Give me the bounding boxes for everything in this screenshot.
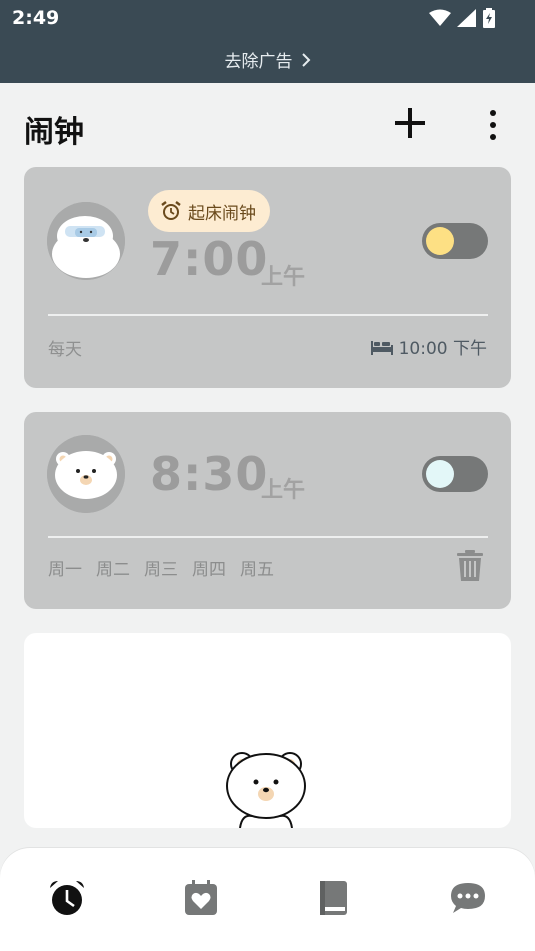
more-options-button[interactable] [480,108,506,142]
alarm-toggle[interactable] [422,456,488,492]
weekday-label: 周五 [240,560,274,580]
alarm-card[interactable]: 8:30 上午 周一 周二 周三 周四 周五 [24,412,511,609]
alarm-toggle[interactable] [422,223,488,259]
bed-icon [370,340,393,355]
calendar-heart-icon[interactable] [181,878,221,918]
chat-bubble-icon[interactable] [448,878,488,918]
alarm-label-chip: 起床闹钟 [148,190,270,232]
alarm-time: 8:30 [150,447,269,501]
repeat-text: 每天 [48,340,82,360]
status-bar: 2:49 [0,0,535,36]
weekday-label: 周一 [48,560,82,580]
book-icon[interactable] [313,878,353,918]
bear-mascot-illustration [226,752,306,828]
wifi-icon [429,9,451,26]
divider [48,536,488,538]
remove-ads-bar[interactable]: 去除广告 [0,36,535,83]
delete-alarm-button[interactable] [456,550,484,582]
weekday-label: 周三 [144,560,178,580]
alarm-period: 上午 [261,265,306,290]
signal-icon [457,9,476,27]
bedtime-text: 10:00 下午 [398,339,487,359]
bedtime-info: 10:00 下午 [370,334,487,359]
battery-icon [483,8,495,28]
bear-avatar [47,435,125,513]
alarm-time: 7:00 [150,232,269,286]
mascot-card [24,633,511,828]
toggle-knob [426,227,454,255]
bottom-navigation [0,848,535,951]
add-alarm-button[interactable] [392,105,428,141]
alarm-period: 上午 [261,478,306,503]
sleepy-bear-avatar [47,202,125,280]
chevron-right-icon [301,52,310,67]
toggle-knob [426,460,454,488]
app-header: 闹钟 [0,83,535,163]
alarm-label-text: 起床闹钟 [188,203,256,224]
status-icons [429,8,495,28]
alarm-card[interactable]: 起床闹钟 7:00 上午 每天 10:00 下午 [24,167,511,388]
weekday-label: 周二 [96,560,130,580]
weekday-label: 周四 [192,560,226,580]
weekday-list: 周一 周二 周三 周四 周五 [48,555,274,580]
page-title: 闹钟 [24,115,84,150]
alarm-clock-icon[interactable] [47,878,87,918]
divider [48,314,488,316]
remove-ads-label: 去除广告 [224,52,293,72]
status-time: 2:49 [12,7,60,29]
alarm-clock-icon [161,201,181,220]
